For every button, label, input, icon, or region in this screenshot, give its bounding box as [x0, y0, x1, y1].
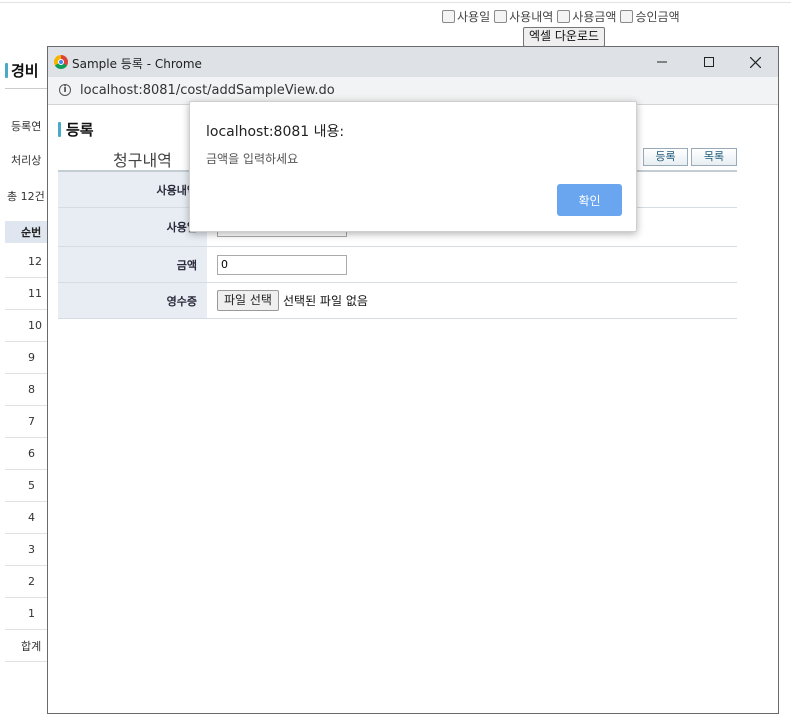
minimize-icon [657, 61, 667, 63]
register-button[interactable]: 등록 [643, 148, 688, 166]
table-row: 2 [5, 566, 47, 598]
table-row: 7 [5, 406, 47, 438]
table-row: 12 [5, 246, 47, 278]
alert-ok-button[interactable]: 확인 [557, 184, 622, 216]
maximize-icon [704, 57, 714, 67]
table-row: 10 [5, 310, 47, 342]
table-row: 합계 [5, 630, 47, 662]
filter-label: 처리상 [11, 154, 42, 167]
section-title: 청구내역 [113, 151, 172, 170]
table-row: 11 [5, 278, 47, 310]
alert-title: localhost:8081 내용: [206, 124, 345, 140]
amount-input[interactable] [217, 254, 347, 275]
alert-message: 금액을 입력하세요 [206, 152, 299, 166]
checkbox-label: 사용금액 [572, 10, 617, 24]
file-select-button[interactable]: 파일 선택 [217, 290, 279, 311]
background-title-text: 경비 [11, 62, 39, 80]
table-row: 5 [5, 470, 47, 502]
total-count: 총 12건 [7, 190, 45, 203]
top-divider [0, 2, 791, 3]
excel-download-button[interactable]: 엑셀 다운로드 [523, 27, 606, 47]
table-row: 9 [5, 342, 47, 374]
form-row-receipt: 영수증 파일 선택 선택된 파일 없음 [58, 283, 737, 319]
amount-label: 금액 [58, 247, 207, 282]
title-accent-bar [58, 122, 61, 137]
url-text[interactable]: localhost:8081/cost/addSampleView.do [80, 83, 335, 98]
background-page-title: 경비 [5, 60, 39, 81]
page-title: 등록 [58, 119, 94, 140]
window-titlebar: Sample 등록 - Chrome [48, 47, 778, 77]
table-row: 1 [5, 598, 47, 630]
table-header-number: 순번 [5, 221, 47, 243]
chrome-icon [54, 55, 68, 69]
checkbox-usage-detail[interactable] [494, 10, 508, 23]
table-row: 6 [5, 438, 47, 470]
close-icon [749, 56, 761, 68]
checkbox-usage-date[interactable] [442, 10, 455, 23]
title-divider [5, 88, 47, 89]
page-title-text: 등록 [66, 121, 94, 139]
alert-dialog: localhost:8081 내용: 금액을 입력하세요 확인 [189, 101, 637, 232]
table-row: 4 [5, 502, 47, 534]
maximize-button[interactable] [686, 47, 732, 77]
file-status-text: 선택된 파일 없음 [282, 294, 368, 308]
usage-date-label: 사용일 [58, 208, 207, 246]
usage-detail-label: 사용내역 [58, 172, 207, 207]
export-column-options: 사용일 사용내역 사용금액 승인금액 [442, 8, 684, 25]
info-icon[interactable]: i [59, 84, 71, 96]
checkbox-label: 사용일 [457, 10, 491, 24]
checkbox-label: 승인금액 [635, 10, 680, 24]
close-button[interactable] [732, 47, 778, 77]
form-row-amount: 금액 [58, 247, 737, 283]
filter-label: 등록연 [11, 120, 42, 133]
receipt-label: 영수증 [58, 283, 207, 318]
checkbox-label: 사용내역 [509, 10, 554, 24]
checkbox-usage-amount[interactable] [557, 10, 571, 23]
table-row: 8 [5, 374, 47, 406]
checkbox-approved-amount[interactable] [620, 10, 634, 23]
list-button[interactable]: 목록 [691, 148, 737, 166]
table-row: 3 [5, 534, 47, 566]
window-title: Sample 등록 - Chrome [72, 57, 202, 71]
minimize-button[interactable] [639, 47, 685, 77]
title-accent-bar [5, 63, 8, 78]
